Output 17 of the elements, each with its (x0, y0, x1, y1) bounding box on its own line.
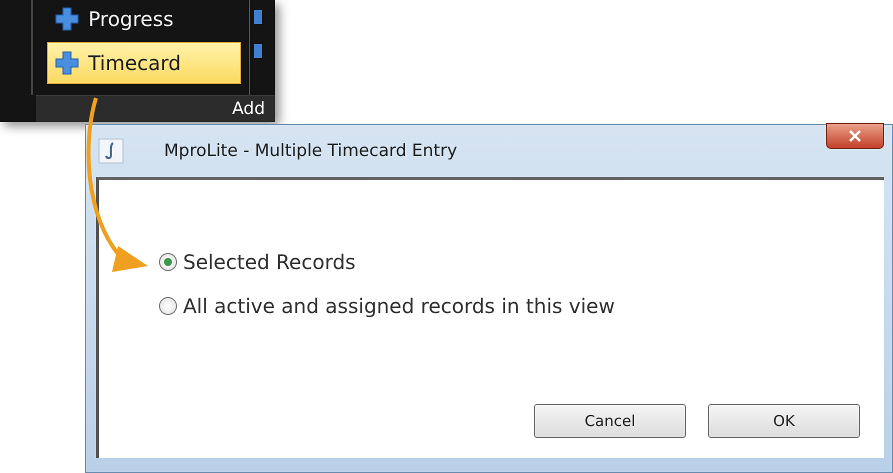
close-icon (848, 130, 862, 142)
ribbon-item[interactable]: Progress (47, 2, 242, 36)
ribbon-item[interactable]: Timecard (47, 42, 242, 84)
radio-label: Selected Records (183, 250, 356, 274)
close-button[interactable] (826, 123, 884, 149)
radio-label: All active and assigned records in this view (183, 294, 615, 318)
plus-icon (54, 50, 80, 76)
radio-button[interactable] (159, 297, 177, 315)
window-title: MproLite - Multiple Timecard Entry (164, 141, 458, 161)
app-icon (98, 138, 124, 164)
plus-icon (54, 6, 80, 32)
group-label: Add (232, 99, 265, 119)
ribbon-icon (254, 10, 262, 24)
radio-button[interactable] (159, 253, 177, 271)
ribbon-icon (254, 44, 262, 58)
ok-button[interactable]: OK (708, 404, 860, 438)
cancel-button[interactable]: Cancel (534, 404, 686, 438)
